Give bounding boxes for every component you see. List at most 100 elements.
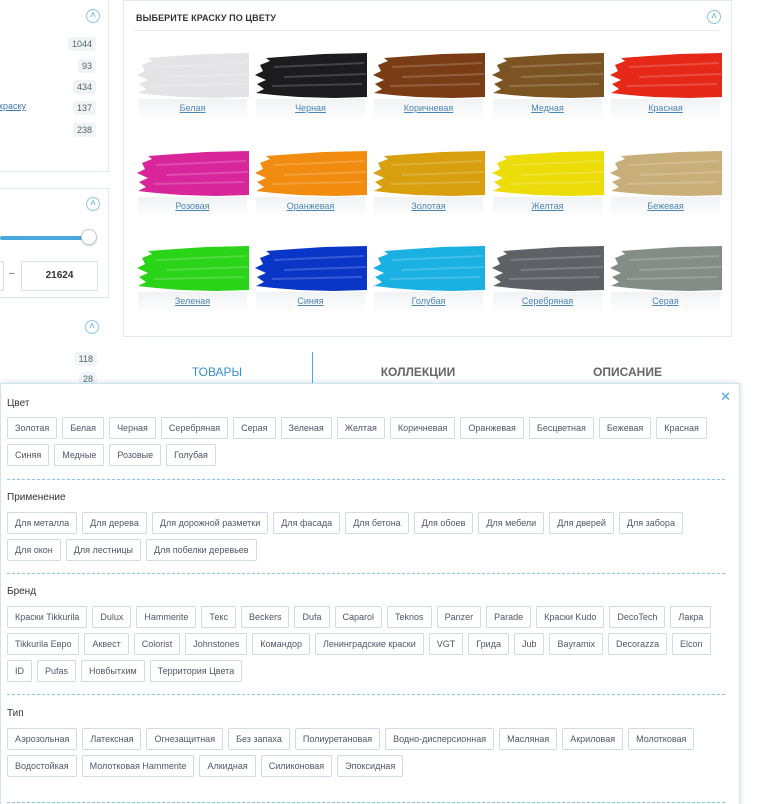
- color-swatch[interactable]: Медная: [491, 43, 604, 125]
- filter-chip[interactable]: Оранжевая: [460, 417, 524, 439]
- filter-chip[interactable]: Аэрозольная: [7, 728, 78, 750]
- sidebar-link[interactable]: краску: [0, 101, 26, 111]
- color-swatch[interactable]: Синяя: [254, 236, 367, 318]
- filter-chip[interactable]: Для дверей: [549, 512, 614, 534]
- filter-chip[interactable]: Decorazza: [608, 633, 668, 655]
- filter-chip[interactable]: Бесцветная: [528, 417, 594, 439]
- color-link[interactable]: Желтая: [491, 201, 604, 211]
- filter-chip[interactable]: Серая: [233, 417, 276, 439]
- price-slider-track[interactable]: [0, 236, 92, 240]
- price-to-input[interactable]: 21624: [21, 261, 98, 291]
- color-link[interactable]: Голубая: [372, 296, 485, 306]
- filter-chip[interactable]: Jub: [513, 633, 545, 655]
- color-link[interactable]: Оранжевая: [254, 201, 367, 211]
- color-swatch[interactable]: Розовая: [136, 141, 249, 223]
- filter-chip[interactable]: Caparol: [334, 606, 383, 628]
- color-swatch[interactable]: Серая: [609, 236, 722, 318]
- filter-chip[interactable]: Для мебели: [478, 512, 545, 534]
- filter-chip[interactable]: Dulux: [92, 606, 132, 628]
- filter-chip[interactable]: Для лестницы: [65, 539, 141, 561]
- color-link[interactable]: Синяя: [254, 296, 367, 306]
- filter-chip[interactable]: Для обоев: [413, 512, 474, 534]
- chevron-up-icon[interactable]: ˄: [86, 9, 100, 23]
- filter-chip[interactable]: Медные: [54, 444, 105, 466]
- filter-chip[interactable]: Без запаха: [228, 728, 290, 750]
- filter-chip[interactable]: Желтая: [336, 417, 385, 439]
- filter-chip[interactable]: Для дорожной разметки: [151, 512, 269, 534]
- color-link[interactable]: Серебряная: [491, 296, 604, 306]
- filter-chip[interactable]: Panzer: [436, 606, 482, 628]
- filter-chip[interactable]: Водостойкая: [7, 755, 77, 777]
- filter-chip[interactable]: Для металла: [7, 512, 78, 534]
- filter-chip[interactable]: Коричневая: [389, 417, 456, 439]
- filter-chip[interactable]: Масляная: [499, 728, 558, 750]
- color-link[interactable]: Розовая: [136, 201, 249, 211]
- filter-chip[interactable]: Молотковая Hammerite: [81, 755, 195, 777]
- filter-chip[interactable]: VGT: [428, 633, 464, 655]
- filter-chip[interactable]: Bayramix: [549, 633, 603, 655]
- filter-chip[interactable]: Текс: [201, 606, 236, 628]
- color-swatch[interactable]: Зеленая: [136, 236, 249, 318]
- filter-chip[interactable]: Грида: [468, 633, 509, 655]
- filter-chip[interactable]: Для забора: [618, 512, 683, 534]
- filter-chip[interactable]: Parade: [486, 606, 532, 628]
- color-swatch[interactable]: Золотая: [372, 141, 485, 223]
- color-link[interactable]: Красная: [609, 103, 722, 113]
- filter-chip[interactable]: Алкидная: [199, 755, 256, 777]
- filter-chip[interactable]: Голубая: [166, 444, 216, 466]
- color-swatch[interactable]: Желтая: [491, 141, 604, 223]
- filter-chip[interactable]: ID: [7, 660, 32, 682]
- color-swatch[interactable]: Серебряная: [491, 236, 604, 318]
- tab-products[interactable]: ТОВАРЫ: [122, 350, 312, 384]
- color-link[interactable]: Серая: [609, 296, 722, 306]
- filter-chip[interactable]: Силиконовая: [260, 755, 333, 777]
- filter-chip[interactable]: Краски Kudo: [536, 606, 605, 628]
- filter-chip[interactable]: Молотковая: [628, 728, 695, 750]
- filter-chip[interactable]: Серебряная: [160, 417, 229, 439]
- filter-chip[interactable]: Красная: [656, 417, 707, 439]
- tab-description[interactable]: ОПИСАНИЕ: [523, 350, 732, 384]
- filter-chip[interactable]: Золотая: [7, 417, 58, 439]
- filter-chip[interactable]: Hammerite: [136, 606, 197, 628]
- filter-chip[interactable]: Tikkurila Евро: [7, 633, 80, 655]
- filter-chip[interactable]: Для бетона: [345, 512, 409, 534]
- color-swatch[interactable]: Бежевая: [609, 141, 722, 223]
- filter-chip[interactable]: Территория Цвета: [149, 660, 243, 682]
- chevron-up-icon[interactable]: ˄: [86, 197, 100, 211]
- filter-chip[interactable]: Dufa: [294, 606, 330, 628]
- chevron-up-icon[interactable]: ˄: [85, 320, 99, 334]
- filter-chip[interactable]: Beckers: [240, 606, 290, 628]
- filter-chip[interactable]: Розовые: [109, 444, 162, 466]
- filter-chip[interactable]: Для дерева: [82, 512, 147, 534]
- tab-collections[interactable]: КОЛЛЕКЦИИ: [313, 350, 523, 384]
- filter-chip[interactable]: Синяя: [7, 444, 50, 466]
- color-link[interactable]: Медная: [491, 103, 604, 113]
- price-slider-handle[interactable]: [81, 229, 97, 245]
- price-from-input[interactable]: [0, 261, 4, 291]
- color-link[interactable]: Коричневая: [372, 103, 485, 113]
- filter-chip[interactable]: Эпоксидная: [337, 755, 404, 777]
- color-link[interactable]: Зеленая: [136, 296, 249, 306]
- filter-chip[interactable]: Pufas: [37, 660, 77, 682]
- filter-chip[interactable]: Водно-дисперсионная: [385, 728, 495, 750]
- filter-chip[interactable]: Латексная: [82, 728, 142, 750]
- filter-chip[interactable]: Полиуретановая: [294, 728, 381, 750]
- filter-chip[interactable]: Colorist: [133, 633, 181, 655]
- filter-chip[interactable]: DecoTech: [609, 606, 666, 628]
- filter-chip[interactable]: Зеленая: [280, 417, 332, 439]
- color-swatch[interactable]: Черная: [254, 43, 367, 125]
- chevron-up-icon[interactable]: ˄: [707, 10, 721, 24]
- filter-chip[interactable]: Белая: [62, 417, 105, 439]
- color-link[interactable]: Черная: [254, 103, 367, 113]
- filter-chip[interactable]: Лакра: [670, 606, 712, 628]
- color-swatch[interactable]: Белая: [136, 43, 249, 125]
- filter-chip[interactable]: Для окон: [7, 539, 61, 561]
- filter-chip[interactable]: Elcon: [672, 633, 711, 655]
- color-swatch[interactable]: Оранжевая: [254, 141, 367, 223]
- filter-chip[interactable]: Командор: [252, 633, 310, 655]
- filter-chip[interactable]: Для побелки деревьев: [145, 539, 257, 561]
- filter-chip[interactable]: Johnstones: [185, 633, 248, 655]
- filter-chip[interactable]: Новбытхим: [81, 660, 145, 682]
- filter-chip[interactable]: Огнезащитная: [146, 728, 224, 750]
- close-icon[interactable]: ✕: [720, 389, 731, 405]
